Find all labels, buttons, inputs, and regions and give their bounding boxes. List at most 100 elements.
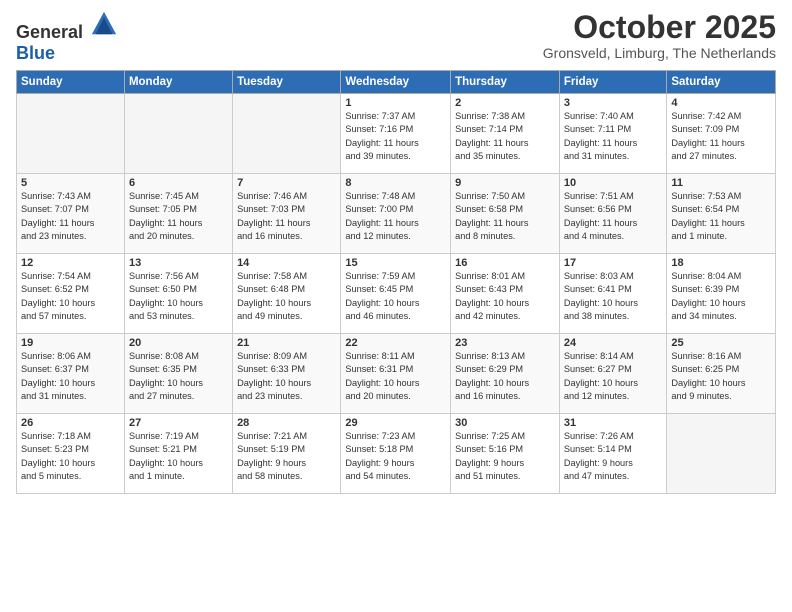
day-number: 11 bbox=[671, 177, 771, 189]
calendar-cell: 21Sunrise: 8:09 AM Sunset: 6:33 PM Dayli… bbox=[233, 334, 341, 414]
day-info: Sunrise: 8:08 AM Sunset: 6:35 PM Dayligh… bbox=[129, 350, 228, 403]
day-info: Sunrise: 7:58 AM Sunset: 6:48 PM Dayligh… bbox=[237, 270, 336, 323]
calendar-cell: 27Sunrise: 7:19 AM Sunset: 5:21 PM Dayli… bbox=[124, 414, 232, 494]
calendar-cell: 15Sunrise: 7:59 AM Sunset: 6:45 PM Dayli… bbox=[341, 254, 451, 334]
day-info: Sunrise: 7:26 AM Sunset: 5:14 PM Dayligh… bbox=[564, 430, 662, 483]
day-number: 5 bbox=[21, 177, 120, 189]
calendar-cell: 9Sunrise: 7:50 AM Sunset: 6:58 PM Daylig… bbox=[451, 174, 560, 254]
month-title: October 2025 bbox=[543, 10, 776, 45]
calendar-week-3: 12Sunrise: 7:54 AM Sunset: 6:52 PM Dayli… bbox=[17, 254, 776, 334]
day-info: Sunrise: 7:45 AM Sunset: 7:05 PM Dayligh… bbox=[129, 190, 228, 243]
day-info: Sunrise: 7:59 AM Sunset: 6:45 PM Dayligh… bbox=[345, 270, 446, 323]
calendar-cell: 30Sunrise: 7:25 AM Sunset: 5:16 PM Dayli… bbox=[451, 414, 560, 494]
calendar-cell: 20Sunrise: 8:08 AM Sunset: 6:35 PM Dayli… bbox=[124, 334, 232, 414]
calendar-cell: 12Sunrise: 7:54 AM Sunset: 6:52 PM Dayli… bbox=[17, 254, 125, 334]
day-number: 28 bbox=[237, 417, 336, 429]
day-info: Sunrise: 7:50 AM Sunset: 6:58 PM Dayligh… bbox=[455, 190, 555, 243]
day-number: 15 bbox=[345, 257, 446, 269]
day-number: 23 bbox=[455, 337, 555, 349]
day-info: Sunrise: 7:56 AM Sunset: 6:50 PM Dayligh… bbox=[129, 270, 228, 323]
calendar-cell: 16Sunrise: 8:01 AM Sunset: 6:43 PM Dayli… bbox=[451, 254, 560, 334]
day-number: 16 bbox=[455, 257, 555, 269]
day-info: Sunrise: 7:53 AM Sunset: 6:54 PM Dayligh… bbox=[671, 190, 771, 243]
day-info: Sunrise: 7:48 AM Sunset: 7:00 PM Dayligh… bbox=[345, 190, 446, 243]
day-number: 21 bbox=[237, 337, 336, 349]
logo: General Blue bbox=[16, 10, 118, 64]
day-info: Sunrise: 7:51 AM Sunset: 6:56 PM Dayligh… bbox=[564, 190, 662, 243]
col-saturday: Saturday bbox=[667, 71, 776, 94]
day-info: Sunrise: 8:01 AM Sunset: 6:43 PM Dayligh… bbox=[455, 270, 555, 323]
calendar-cell: 13Sunrise: 7:56 AM Sunset: 6:50 PM Dayli… bbox=[124, 254, 232, 334]
day-info: Sunrise: 7:19 AM Sunset: 5:21 PM Dayligh… bbox=[129, 430, 228, 483]
day-number: 1 bbox=[345, 97, 446, 109]
col-thursday: Thursday bbox=[451, 71, 560, 94]
day-number: 17 bbox=[564, 257, 662, 269]
calendar-cell bbox=[124, 94, 232, 174]
logo-blue: Blue bbox=[16, 43, 55, 63]
day-info: Sunrise: 7:42 AM Sunset: 7:09 PM Dayligh… bbox=[671, 110, 771, 163]
day-info: Sunrise: 8:03 AM Sunset: 6:41 PM Dayligh… bbox=[564, 270, 662, 323]
day-number: 2 bbox=[455, 97, 555, 109]
calendar-cell: 7Sunrise: 7:46 AM Sunset: 7:03 PM Daylig… bbox=[233, 174, 341, 254]
calendar-cell: 8Sunrise: 7:48 AM Sunset: 7:00 PM Daylig… bbox=[341, 174, 451, 254]
day-info: Sunrise: 8:04 AM Sunset: 6:39 PM Dayligh… bbox=[671, 270, 771, 323]
calendar-cell: 11Sunrise: 7:53 AM Sunset: 6:54 PM Dayli… bbox=[667, 174, 776, 254]
calendar-cell: 3Sunrise: 7:40 AM Sunset: 7:11 PM Daylig… bbox=[559, 94, 666, 174]
day-info: Sunrise: 8:11 AM Sunset: 6:31 PM Dayligh… bbox=[345, 350, 446, 403]
day-info: Sunrise: 7:54 AM Sunset: 6:52 PM Dayligh… bbox=[21, 270, 120, 323]
calendar-cell: 17Sunrise: 8:03 AM Sunset: 6:41 PM Dayli… bbox=[559, 254, 666, 334]
day-number: 22 bbox=[345, 337, 446, 349]
calendar-cell: 29Sunrise: 7:23 AM Sunset: 5:18 PM Dayli… bbox=[341, 414, 451, 494]
calendar-week-2: 5Sunrise: 7:43 AM Sunset: 7:07 PM Daylig… bbox=[17, 174, 776, 254]
calendar-cell: 26Sunrise: 7:18 AM Sunset: 5:23 PM Dayli… bbox=[17, 414, 125, 494]
day-number: 6 bbox=[129, 177, 228, 189]
day-info: Sunrise: 7:23 AM Sunset: 5:18 PM Dayligh… bbox=[345, 430, 446, 483]
calendar-cell: 18Sunrise: 8:04 AM Sunset: 6:39 PM Dayli… bbox=[667, 254, 776, 334]
calendar-cell: 19Sunrise: 8:06 AM Sunset: 6:37 PM Dayli… bbox=[17, 334, 125, 414]
calendar-cell: 1Sunrise: 7:37 AM Sunset: 7:16 PM Daylig… bbox=[341, 94, 451, 174]
day-number: 30 bbox=[455, 417, 555, 429]
calendar-cell: 2Sunrise: 7:38 AM Sunset: 7:14 PM Daylig… bbox=[451, 94, 560, 174]
day-info: Sunrise: 8:06 AM Sunset: 6:37 PM Dayligh… bbox=[21, 350, 120, 403]
calendar-table: Sunday Monday Tuesday Wednesday Thursday… bbox=[16, 70, 776, 494]
day-number: 24 bbox=[564, 337, 662, 349]
day-info: Sunrise: 7:37 AM Sunset: 7:16 PM Dayligh… bbox=[345, 110, 446, 163]
calendar-cell: 10Sunrise: 7:51 AM Sunset: 6:56 PM Dayli… bbox=[559, 174, 666, 254]
calendar-header-row: Sunday Monday Tuesday Wednesday Thursday… bbox=[17, 71, 776, 94]
day-info: Sunrise: 7:18 AM Sunset: 5:23 PM Dayligh… bbox=[21, 430, 120, 483]
day-info: Sunrise: 8:14 AM Sunset: 6:27 PM Dayligh… bbox=[564, 350, 662, 403]
calendar-cell: 22Sunrise: 8:11 AM Sunset: 6:31 PM Dayli… bbox=[341, 334, 451, 414]
calendar-week-1: 1Sunrise: 7:37 AM Sunset: 7:16 PM Daylig… bbox=[17, 94, 776, 174]
col-sunday: Sunday bbox=[17, 71, 125, 94]
day-number: 8 bbox=[345, 177, 446, 189]
day-number: 18 bbox=[671, 257, 771, 269]
calendar-cell: 23Sunrise: 8:13 AM Sunset: 6:29 PM Dayli… bbox=[451, 334, 560, 414]
day-number: 29 bbox=[345, 417, 446, 429]
calendar-cell bbox=[233, 94, 341, 174]
col-friday: Friday bbox=[559, 71, 666, 94]
col-monday: Monday bbox=[124, 71, 232, 94]
header: General Blue October 2025 Gronsveld, Lim… bbox=[16, 10, 776, 64]
col-tuesday: Tuesday bbox=[233, 71, 341, 94]
day-number: 7 bbox=[237, 177, 336, 189]
calendar-cell: 14Sunrise: 7:58 AM Sunset: 6:48 PM Dayli… bbox=[233, 254, 341, 334]
calendar-cell: 4Sunrise: 7:42 AM Sunset: 7:09 PM Daylig… bbox=[667, 94, 776, 174]
calendar-cell bbox=[667, 414, 776, 494]
calendar-cell: 5Sunrise: 7:43 AM Sunset: 7:07 PM Daylig… bbox=[17, 174, 125, 254]
calendar-cell: 25Sunrise: 8:16 AM Sunset: 6:25 PM Dayli… bbox=[667, 334, 776, 414]
day-info: Sunrise: 7:25 AM Sunset: 5:16 PM Dayligh… bbox=[455, 430, 555, 483]
calendar-cell: 6Sunrise: 7:45 AM Sunset: 7:05 PM Daylig… bbox=[124, 174, 232, 254]
calendar-cell: 24Sunrise: 8:14 AM Sunset: 6:27 PM Dayli… bbox=[559, 334, 666, 414]
day-info: Sunrise: 7:38 AM Sunset: 7:14 PM Dayligh… bbox=[455, 110, 555, 163]
day-number: 10 bbox=[564, 177, 662, 189]
day-info: Sunrise: 8:09 AM Sunset: 6:33 PM Dayligh… bbox=[237, 350, 336, 403]
logo-icon bbox=[90, 10, 118, 38]
day-number: 14 bbox=[237, 257, 336, 269]
day-number: 3 bbox=[564, 97, 662, 109]
day-info: Sunrise: 8:13 AM Sunset: 6:29 PM Dayligh… bbox=[455, 350, 555, 403]
day-info: Sunrise: 7:40 AM Sunset: 7:11 PM Dayligh… bbox=[564, 110, 662, 163]
day-info: Sunrise: 7:21 AM Sunset: 5:19 PM Dayligh… bbox=[237, 430, 336, 483]
day-number: 4 bbox=[671, 97, 771, 109]
day-info: Sunrise: 8:16 AM Sunset: 6:25 PM Dayligh… bbox=[671, 350, 771, 403]
day-number: 27 bbox=[129, 417, 228, 429]
